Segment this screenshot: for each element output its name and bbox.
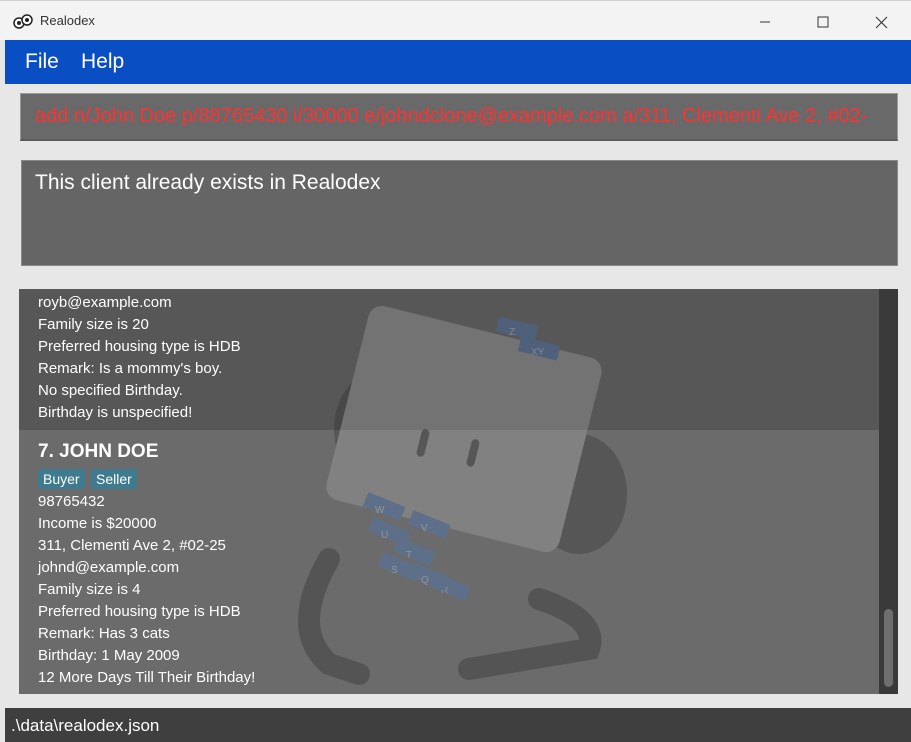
tag-buyer: Buyer <box>38 469 85 489</box>
window-title: Realodex <box>40 13 95 28</box>
data-file-path: .\data\realodex.json <box>11 716 160 735</box>
client-email: royb@example.com <box>38 294 172 311</box>
close-button[interactable] <box>858 7 904 37</box>
client-birthday: Birthday: 1 May 2009 <box>38 647 180 664</box>
client-family-size: Family size is 4 <box>38 581 141 598</box>
menu-help[interactable]: Help <box>81 50 124 74</box>
minimize-button[interactable] <box>742 7 788 37</box>
client-phone: 98765432 <box>38 493 105 510</box>
app-logo-icon <box>13 14 33 29</box>
maximize-button[interactable] <box>800 7 846 37</box>
result-message: This client already exists in Realodex <box>35 171 381 194</box>
status-bar: .\data\realodex.json <box>5 708 911 742</box>
command-input[interactable]: add n/John Doe p/88765430 i/30000 e/john… <box>20 93 898 141</box>
command-area: add n/John Doe p/88765430 i/30000 e/john… <box>5 84 911 150</box>
client-income: Income is $20000 <box>38 515 157 532</box>
list-scrollbar[interactable] <box>879 289 898 694</box>
client-card[interactable]: 7. JOHN DOE Buyer Seller 98765432 Income… <box>19 430 879 694</box>
maximize-icon <box>817 16 829 28</box>
tag-seller: Seller <box>91 469 137 489</box>
client-name: 7. JOHN DOE <box>38 441 159 462</box>
client-address: 311, Clementi Ave 2, #02-25 <box>38 537 226 554</box>
result-display[interactable]: This client already exists in Realodex <box>21 160 898 266</box>
command-text: add n/John Doe p/88765430 i/30000 e/john… <box>35 105 868 127</box>
client-remark: Remark: Is a mommy's boy. <box>38 360 223 377</box>
client-remark: Remark: Has 3 cats <box>38 625 170 642</box>
menu-file[interactable]: File <box>25 50 59 74</box>
client-housing-type: Preferred housing type is HDB <box>38 603 241 620</box>
title-bar: Realodex <box>0 0 911 40</box>
scrollbar-thumb[interactable] <box>884 609 893 687</box>
minimize-icon <box>760 21 770 23</box>
client-birthday-countdown: Birthday is unspecified! <box>38 404 193 421</box>
client-birthday: No specified Birthday. <box>38 382 183 399</box>
client-card[interactable]: royb@example.com Family size is 20 Prefe… <box>19 289 879 430</box>
client-family-size: Family size is 20 <box>38 316 149 333</box>
menu-bar: File Help <box>5 40 911 84</box>
client-birthday-countdown: 12 More Days Till Their Birthday! <box>38 669 256 686</box>
close-icon <box>875 16 887 28</box>
client-list[interactable]: royb@example.com Family size is 20 Prefe… <box>19 289 879 694</box>
client-email: johnd@example.com <box>38 559 180 576</box>
client-housing-type: Preferred housing type is HDB <box>38 338 241 355</box>
